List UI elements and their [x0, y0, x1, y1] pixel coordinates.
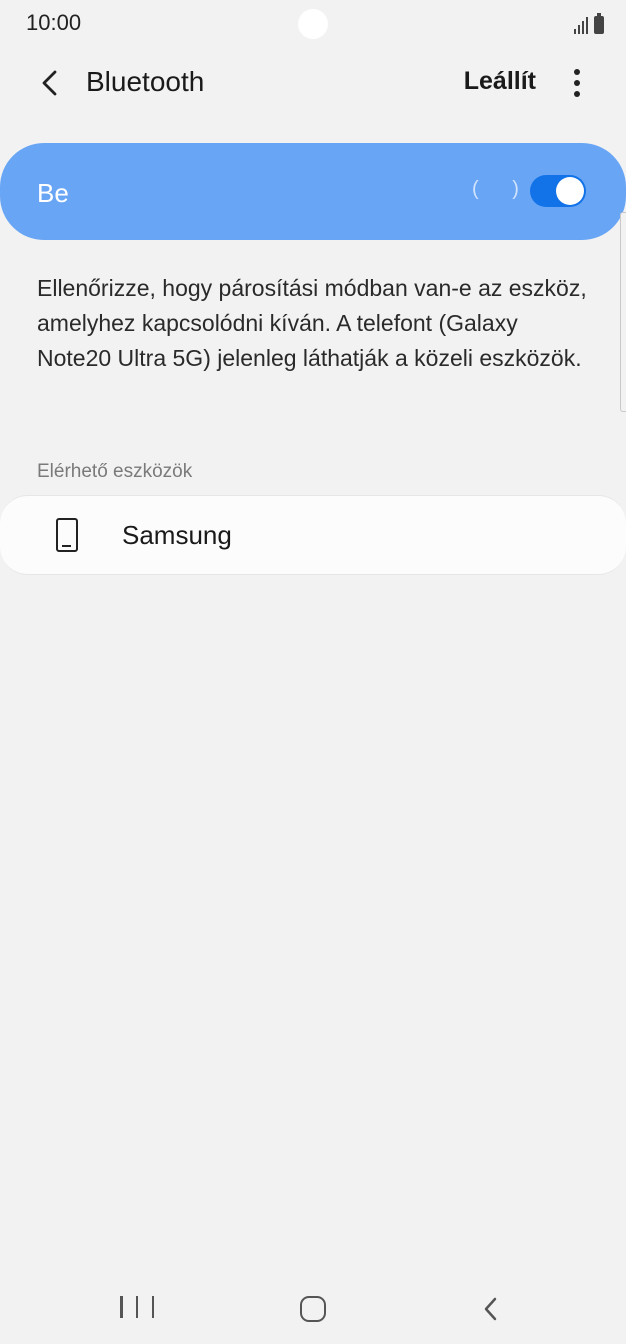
more-vertical-icon [574, 69, 580, 97]
available-devices-header: Elérhető eszközök [37, 461, 193, 482]
chevron-left-icon [42, 70, 57, 96]
pairing-description: Ellenőrizze, hogy párosítási módban van-… [37, 275, 587, 371]
stop-scan-button[interactable]: Leállít [464, 67, 536, 96]
app-bar: Bluetooth Leállít [0, 50, 626, 116]
phone-icon [56, 518, 78, 552]
status-bar: 10:00 [0, 0, 626, 48]
bluetooth-switch[interactable] [530, 175, 586, 207]
status-icons [574, 12, 604, 34]
scrollbar[interactable] [620, 212, 626, 412]
toggle-label: Be [37, 178, 69, 208]
status-time: 10:00 [26, 10, 82, 35]
signal-icon [574, 16, 588, 34]
list-item-device-samsung[interactable]: Samsung [0, 495, 626, 575]
device-name: Samsung [122, 520, 232, 550]
recent-apps-icon[interactable] [120, 1296, 154, 1322]
navigation-bar [0, 1270, 626, 1344]
scanning-indicator: ( ) [472, 178, 533, 200]
battery-icon [594, 13, 604, 34]
back-icon[interactable] [478, 1294, 504, 1324]
more-options-button[interactable] [562, 63, 592, 103]
home-icon[interactable] [300, 1296, 326, 1322]
camera-cutout [298, 9, 328, 39]
switch-knob [556, 177, 584, 205]
back-button[interactable] [30, 63, 70, 103]
bluetooth-master-toggle-row[interactable]: Be ( ) [0, 143, 626, 240]
page-title: Bluetooth [86, 66, 205, 97]
